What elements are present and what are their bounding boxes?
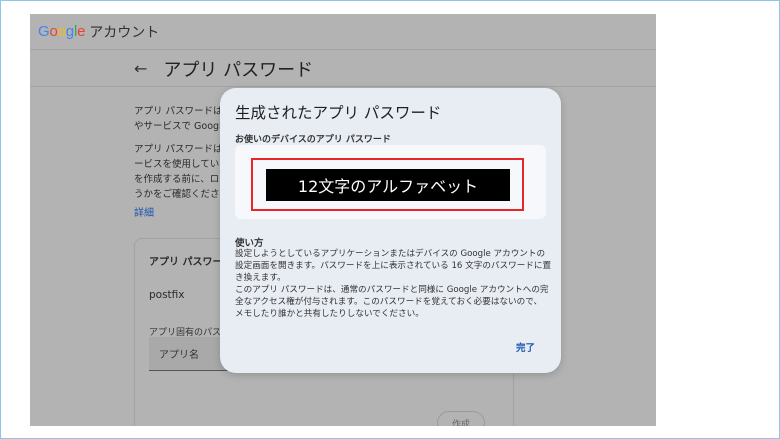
card-title: アプリ パスワー <box>149 257 223 268</box>
password-box: 12文字のアルファベット <box>235 145 546 219</box>
app-name-placeholder: アプリ名 <box>159 350 199 361</box>
howto-title: 使い方 <box>235 238 264 249</box>
howto-paragraph-1: 設定しようとしているアプリケーションまたはデバイスの Google アカウントの… <box>235 248 552 285</box>
logo-letter: e <box>77 23 86 40</box>
password-label: お使いのデバイスのアプリ パスワード <box>235 135 391 145</box>
howto-line: このアプリ パスワードは、通常のパスワードと同様に Google アカウントへの… <box>235 285 549 295</box>
howto-line: メモしたり誰かと共有したりしないでください。 <box>235 309 424 320</box>
generated-password-dialog: 生成されたアプリ パスワード お使いのデバイスのアプリ パスワード 12文字のア… <box>220 88 561 373</box>
logo-letter: o <box>49 23 58 40</box>
account-label: アカウント <box>89 24 160 41</box>
password-value[interactable]: 12文字のアルファベット <box>266 169 510 201</box>
howto-line: き換えます。 <box>235 273 286 284</box>
google-wordmark: Google <box>38 23 85 40</box>
logo-letter: g <box>65 23 74 40</box>
existing-app-name: postfix <box>149 289 185 301</box>
logo-letter: G <box>38 23 50 40</box>
google-logo[interactable]: Google <box>38 23 85 40</box>
howto-line: 全なアクセス権が付与されます。このパスワードを覚えておく必要はないので、 <box>235 297 543 308</box>
arrow-left-icon[interactable]: ← <box>134 59 147 78</box>
learn-more-link[interactable]: 詳細 <box>134 204 154 219</box>
page-title: アプリ パスワード <box>163 59 314 81</box>
logo-letter: o <box>57 23 66 40</box>
dialog-title: 生成されたアプリ パスワード <box>235 104 442 122</box>
page-header: ← アプリ パスワード <box>30 51 656 87</box>
howto-line: 設定画面を開きます。パスワードを上に表示されている 16 文字のパスワードに置 <box>235 261 552 272</box>
howto-paragraph-2: このアプリ パスワードは、通常のパスワードと同様に Google アカウントへの… <box>235 284 550 321</box>
create-button[interactable]: 作成 <box>437 411 485 426</box>
highlight-frame: 12文字のアルファベット <box>251 158 524 211</box>
top-bar: Google アカウント <box>30 14 656 50</box>
howto-line: 設定しようとしているアプリケーションまたはデバイスの Google アカウントの <box>235 249 546 259</box>
done-button[interactable]: 完了 <box>516 340 535 354</box>
